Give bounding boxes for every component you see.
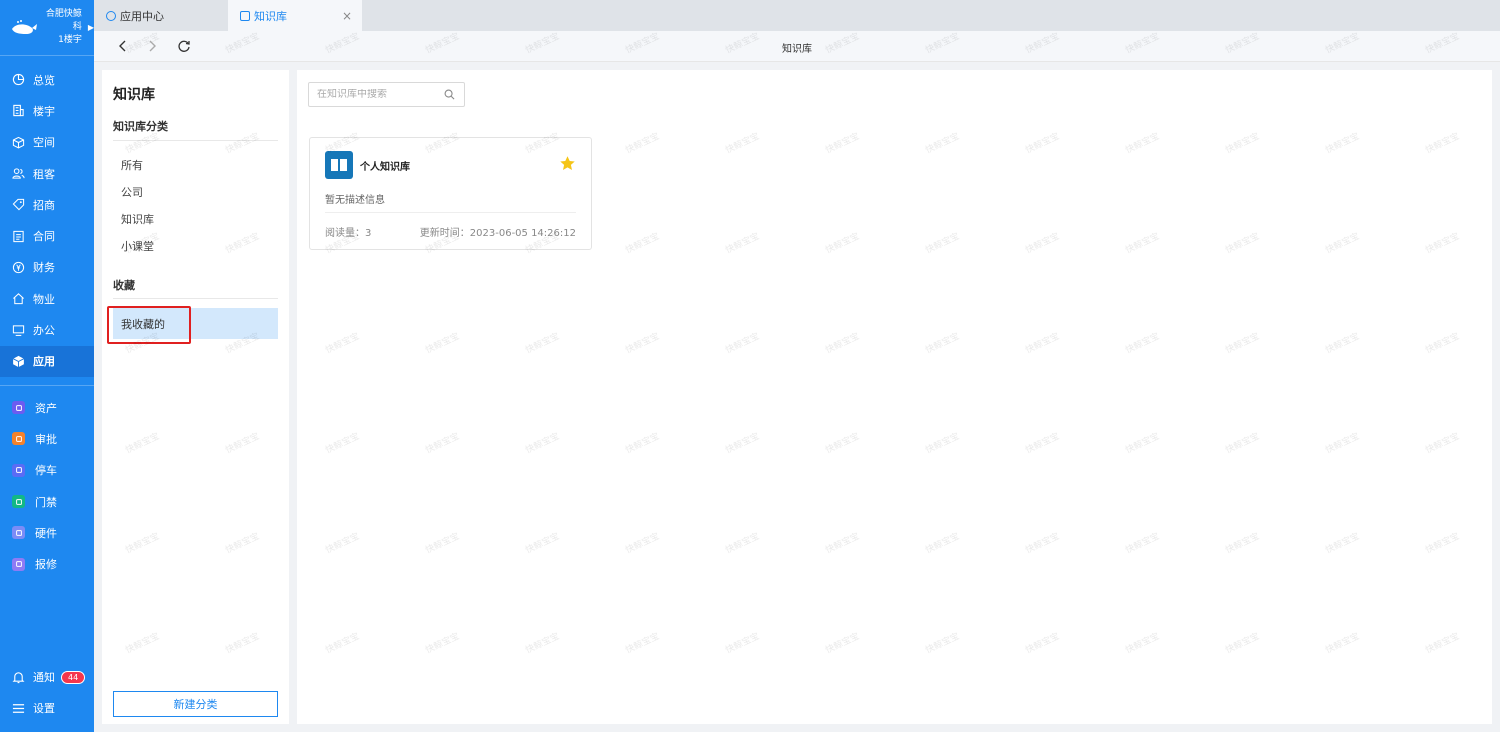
app-center-tab-icon — [106, 10, 116, 21]
category-item-knowledge[interactable]: 知识库 — [121, 211, 154, 227]
divider — [113, 140, 278, 141]
side-nav: 合肥快鲸科 1楼宇 ▶ 总览楼宇空间租客招商合同财务物业办公应用 资产审批停车门… — [0, 0, 94, 732]
access-icon — [12, 495, 25, 508]
search-box — [308, 82, 465, 107]
nav-item-8[interactable]: 办公 — [0, 314, 94, 345]
divider — [113, 298, 278, 299]
favorites-item-mine[interactable]: 我收藏的 — [113, 308, 278, 339]
new-category-button[interactable]: 新建分类 — [113, 691, 278, 717]
close-icon[interactable]: × — [342, 9, 352, 23]
nav-app-label: 停车 — [35, 464, 57, 478]
repair-icon — [12, 557, 25, 571]
nav-item-0[interactable]: 总览 — [0, 64, 94, 95]
settings-label: 设置 — [33, 702, 55, 716]
org-building: 1楼宇 — [58, 35, 82, 45]
nav-item-label: 租客 — [33, 167, 55, 181]
nav-item-label: 空间 — [33, 136, 55, 150]
book-icon — [325, 151, 353, 179]
cube-icon — [12, 136, 25, 149]
read-count: 阅读量：3 — [325, 228, 372, 239]
knowledge-base-tab-icon — [240, 10, 250, 21]
card-divider — [325, 212, 576, 213]
pie-chart-icon — [12, 73, 25, 86]
category-panel: 知识库 知识库分类 所有 公司 知识库 小课堂 收藏 我收藏的 新建分类 — [102, 70, 289, 724]
updated-time: 更新时间：2023-06-05 14:26:12 — [419, 228, 576, 239]
building-icon — [12, 104, 25, 117]
knowledge-base-name: 个人知识库 — [360, 162, 410, 173]
nav-item-label: 应用 — [33, 355, 55, 369]
nav-app-1[interactable]: 审批 — [0, 423, 94, 454]
nav-item-label: 物业 — [33, 292, 55, 306]
nav-item-label: 招商 — [33, 198, 55, 212]
tab-knowledge-base[interactable]: 知识库 × — [228, 0, 362, 31]
users-icon — [12, 167, 25, 180]
nav-item-4[interactable]: 招商 — [0, 189, 94, 220]
panel-title: 知识库 — [113, 87, 155, 103]
nav-app-label: 审批 — [35, 432, 57, 446]
hardware-icon — [12, 526, 25, 540]
nav-item-label: 合同 — [33, 230, 55, 244]
home-icon — [12, 292, 25, 305]
knowledge-base-description: 暂无描述信息 — [325, 195, 385, 206]
approval-icon — [12, 432, 25, 446]
tab-label: 知识库 — [254, 9, 287, 23]
tab-bar: 应用中心 知识库 × — [94, 0, 1500, 31]
menu-icon — [12, 702, 25, 715]
favorites-section-title: 收藏 — [113, 279, 135, 292]
star-icon[interactable] — [559, 155, 576, 172]
nav-item-label: 办公 — [33, 324, 55, 338]
favorites-item-label: 我收藏的 — [121, 317, 165, 331]
nav-item-2[interactable]: 空间 — [0, 127, 94, 158]
whale-logo-icon — [10, 19, 38, 37]
search-input[interactable] — [317, 89, 437, 100]
org-name: 合肥快鲸科 — [45, 9, 82, 32]
tag-icon — [12, 198, 25, 211]
category-item-all[interactable]: 所有 — [121, 157, 143, 173]
nav-item-1[interactable]: 楼宇 — [0, 95, 94, 126]
nav-item-5[interactable]: 合同 — [0, 220, 94, 251]
nav-app-3[interactable]: 门禁 — [0, 486, 94, 517]
nav-app-label: 报修 — [35, 558, 57, 572]
document-icon — [12, 230, 25, 243]
bell-icon — [12, 671, 25, 684]
nav-app-4[interactable]: 硬件 — [0, 517, 94, 548]
nav-item-3[interactable]: 租客 — [0, 158, 94, 189]
toolbar: 知识库 — [94, 31, 1500, 62]
search-icon[interactable] — [444, 89, 455, 100]
category-item-company[interactable]: 公司 — [121, 184, 143, 200]
nav-app-0[interactable]: 资产 — [0, 392, 94, 423]
nav-app-label: 资产 — [35, 401, 57, 415]
tab-label: 应用中心 — [120, 9, 164, 23]
nav-item-label: 财务 — [33, 261, 55, 275]
main-content: 个人知识库 暂无描述信息 阅读量：3 更新时间：2023-06-05 14:26… — [297, 70, 1492, 724]
nav-item-settings[interactable]: 设置 — [0, 693, 94, 724]
category-item-class[interactable]: 小课堂 — [121, 238, 154, 254]
nav-item-9[interactable]: 应用 — [0, 345, 94, 377]
nav-app-label: 硬件 — [35, 526, 57, 540]
nav-item-label: 楼宇 — [33, 104, 55, 118]
notify-label: 通知 — [33, 671, 55, 685]
nav-item-6[interactable]: 财务 — [0, 252, 94, 283]
nav-item-7[interactable]: 物业 — [0, 283, 94, 314]
nav-app-2[interactable]: 停车 — [0, 455, 94, 486]
monitor-icon — [12, 324, 25, 337]
nav-app-5[interactable]: 报修 — [0, 548, 94, 579]
yen-icon — [12, 261, 25, 274]
nav-app-label: 门禁 — [35, 495, 57, 509]
asset-icon — [12, 401, 25, 415]
nav-divider — [0, 384, 94, 386]
category-section-title: 知识库分类 — [113, 120, 168, 133]
app-cube-icon — [12, 355, 25, 368]
nav-item-label: 总览 — [33, 73, 55, 87]
tab-app-center[interactable]: 应用中心 — [94, 0, 228, 31]
parking-icon — [12, 463, 25, 477]
nav-item-notify[interactable]: 通知 44 — [0, 661, 94, 692]
page-title: 知识库 — [782, 44, 812, 55]
knowledge-base-card[interactable]: 个人知识库 暂无描述信息 阅读量：3 更新时间：2023-06-05 14:26… — [309, 137, 592, 250]
org-switcher[interactable]: 合肥快鲸科 1楼宇 ▶ — [0, 0, 94, 56]
notify-badge: 44 — [61, 670, 86, 684]
